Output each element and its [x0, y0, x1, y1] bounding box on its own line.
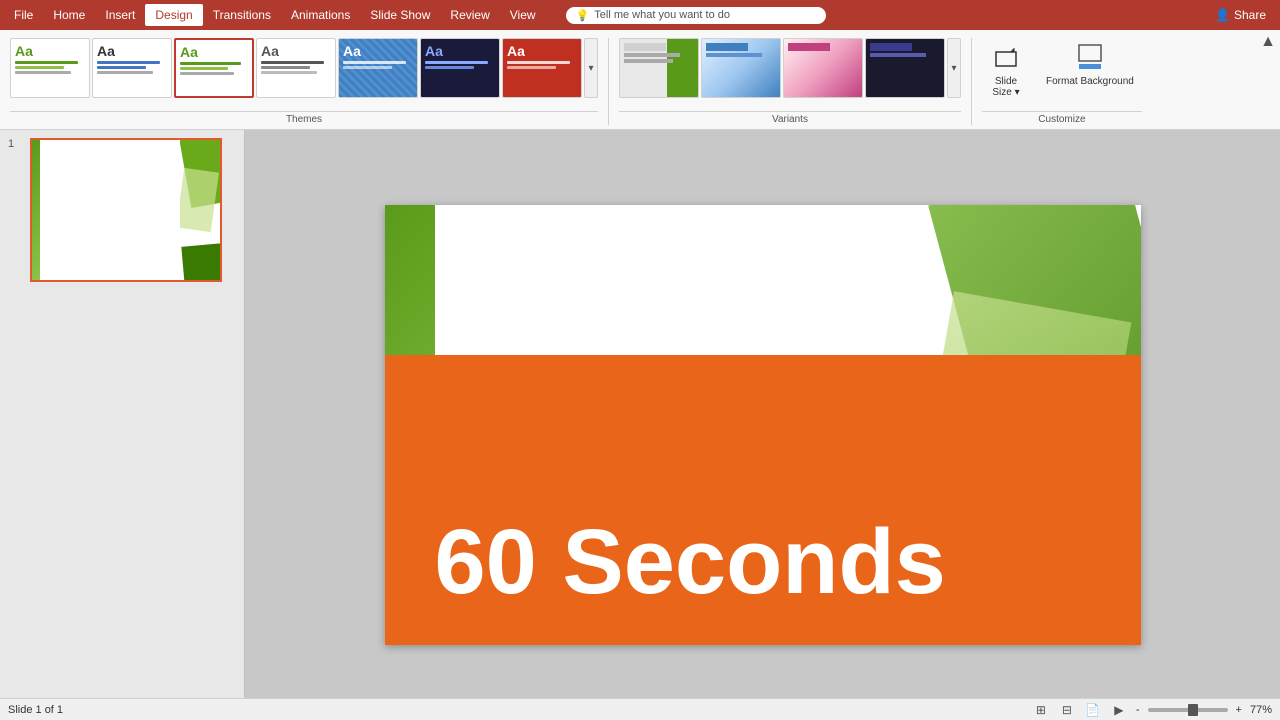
- slide-panel: 1: [0, 130, 245, 720]
- slide-canvas[interactable]: Click to add title subtitle 60 Seconds: [385, 205, 1141, 645]
- slide-size-button[interactable]: SlideSize ▾: [982, 38, 1030, 102]
- menu-bar: File Home Insert Design Transitions Anim…: [0, 0, 1280, 30]
- slide-number: 1: [8, 138, 24, 150]
- zoom-level[interactable]: 77%: [1250, 704, 1272, 716]
- theme-aa-5: Aa: [343, 43, 413, 59]
- menu-review[interactable]: Review: [440, 4, 499, 26]
- menu-home[interactable]: Home: [43, 4, 95, 26]
- theme-item-3[interactable]: Aa: [174, 38, 254, 98]
- menu-animations[interactable]: Animations: [281, 4, 360, 26]
- variants-label: Variants: [619, 111, 961, 129]
- slide-thumbnail[interactable]: [30, 138, 222, 282]
- menu-slideshow[interactable]: Slide Show: [360, 4, 440, 26]
- zoom-plus[interactable]: +: [1236, 704, 1242, 716]
- zoom-slider[interactable]: [1148, 708, 1228, 712]
- format-bg-label: Format Background: [1046, 76, 1134, 87]
- themes-label: Themes: [10, 111, 598, 129]
- theme-aa-3: Aa: [180, 44, 248, 60]
- thumb-shape-2: [180, 168, 219, 232]
- slide-size-icon: [990, 42, 1022, 74]
- menu-file[interactable]: File: [4, 4, 43, 26]
- overlay-text: 60 Seconds: [435, 510, 946, 615]
- slide-info: Slide 1 of 1: [8, 704, 63, 716]
- divider-1: [608, 38, 609, 125]
- thumb-bg-right: [180, 140, 220, 280]
- theme-aa-6: Aa: [425, 43, 495, 59]
- share-icon: 👤: [1215, 8, 1230, 22]
- variant-4[interactable]: [865, 38, 945, 98]
- theme-aa-1: Aa: [15, 43, 85, 59]
- format-bg-icon: [1074, 42, 1106, 74]
- format-background-button[interactable]: Format Background: [1038, 38, 1142, 91]
- variants-group: ▾ Variants: [613, 34, 967, 129]
- reading-view-icon[interactable]: 📄: [1084, 701, 1102, 719]
- slide-size-label: SlideSize ▾: [992, 76, 1019, 98]
- search-text: Tell me what you want to do: [594, 9, 730, 21]
- theme-item-2[interactable]: Aa: [92, 38, 172, 98]
- menu-insert[interactable]: Insert: [95, 4, 145, 26]
- variant-2[interactable]: [701, 38, 781, 98]
- zoom-slider-thumb: [1188, 704, 1198, 716]
- zoom-minus[interactable]: -: [1136, 704, 1140, 716]
- theme-item-4[interactable]: Aa: [256, 38, 336, 98]
- ribbon-collapse-button[interactable]: ▲: [1260, 34, 1276, 50]
- slide-canvas-area: Click to add title subtitle 60 Seconds: [245, 130, 1280, 720]
- search-icon: 💡: [576, 9, 590, 22]
- theme-aa-2: Aa: [97, 43, 167, 59]
- theme-item-7[interactable]: Aa: [502, 38, 582, 98]
- slide-sorter-icon[interactable]: ⊟: [1058, 701, 1076, 719]
- share-label: Share: [1234, 8, 1266, 22]
- normal-view-icon[interactable]: ⊞: [1032, 701, 1050, 719]
- overlay-panel: 60 Seconds: [385, 355, 1141, 645]
- variants-dropdown[interactable]: ▾: [947, 38, 961, 98]
- customize-group: SlideSize ▾ Format Background Customize: [976, 34, 1148, 129]
- theme-item-5[interactable]: Aa: [338, 38, 418, 98]
- customize-label: Customize: [982, 111, 1142, 129]
- themes-group: Aa Aa Aa: [4, 34, 604, 129]
- theme-item-6[interactable]: Aa: [420, 38, 500, 98]
- variant-1[interactable]: [619, 38, 699, 98]
- divider-2: [971, 38, 972, 125]
- menu-transitions[interactable]: Transitions: [203, 4, 281, 26]
- themes-dropdown[interactable]: ▾: [584, 38, 598, 98]
- theme-item-1[interactable]: Aa: [10, 38, 90, 98]
- search-bar[interactable]: 💡 Tell me what you want to do: [566, 7, 826, 24]
- menu-view[interactable]: View: [500, 4, 546, 26]
- ribbon: Aa Aa Aa: [0, 30, 1280, 130]
- main-area: 1 Cli: [0, 130, 1280, 720]
- theme-aa-7: Aa: [507, 43, 577, 59]
- status-bar-right: ⊞ ⊟ 📄 ▶ - + 77%: [1032, 701, 1272, 719]
- thumb-bg-left: [32, 140, 40, 280]
- status-bar: Slide 1 of 1 ⊞ ⊟ 📄 ▶ - + 77%: [0, 698, 1280, 720]
- slide-thumb-container: 1: [8, 138, 236, 282]
- theme-aa-4: Aa: [261, 43, 331, 59]
- slideshow-icon[interactable]: ▶: [1110, 701, 1128, 719]
- variant-3[interactable]: [783, 38, 863, 98]
- share-button[interactable]: 👤 Share: [1205, 5, 1276, 25]
- thumb-shape-3: [181, 243, 220, 280]
- menu-design[interactable]: Design: [145, 4, 202, 26]
